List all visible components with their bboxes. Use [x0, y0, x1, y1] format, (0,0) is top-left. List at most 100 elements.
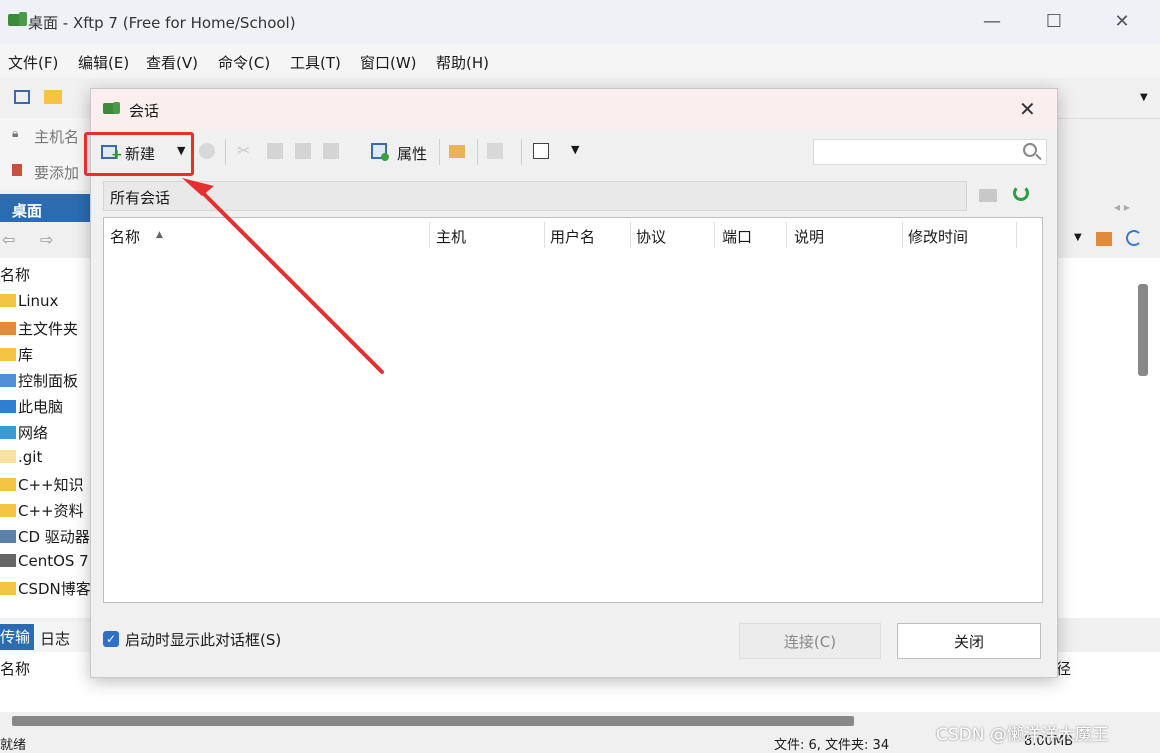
transfer-name-column[interactable]: 名称 — [0, 658, 30, 679]
right-tab-strip: ◂ ▸ — [1056, 194, 1160, 222]
xftp-app-icon — [8, 12, 27, 26]
menu-file[interactable]: 文件(F) — [8, 52, 58, 73]
column-divider[interactable] — [786, 222, 787, 248]
view-mode-icon[interactable] — [533, 143, 549, 159]
export-icon[interactable] — [487, 143, 503, 159]
menu-edit[interactable]: 编辑(E) — [78, 52, 129, 73]
transfer-list — [0, 682, 1160, 712]
list-item[interactable]: CentOS 7 — [0, 552, 89, 578]
paste-icon[interactable] — [295, 143, 311, 159]
menu-tools[interactable]: 工具(T) — [290, 52, 341, 73]
forward-arrow-icon[interactable]: ⇨ — [40, 230, 53, 249]
column-divider[interactable] — [544, 222, 545, 248]
dialog-titlebar: 会话 ✕ — [91, 89, 1057, 129]
minimize-button[interactable]: — — [972, 10, 1012, 34]
session-list-header: 名称 ▲ 主机 用户名 协议 端口 说明 修改时间 — [104, 218, 1042, 250]
column-protocol[interactable]: 协议 — [636, 226, 666, 247]
list-item[interactable]: CSDN博客 — [0, 578, 91, 604]
new-folder-icon[interactable] — [979, 189, 997, 202]
cut-icon[interactable]: ✂ — [237, 141, 253, 160]
toolbar-divider — [477, 139, 478, 165]
home-folder-icon[interactable] — [1096, 232, 1112, 246]
right-nav-bar: ▼ — [1056, 222, 1160, 258]
menu-help[interactable]: 帮助(H) — [436, 52, 489, 73]
find-icon[interactable] — [199, 143, 215, 159]
list-item[interactable]: 库 — [0, 344, 33, 370]
network-icon — [0, 426, 16, 439]
window-close-button[interactable]: ✕ — [1102, 10, 1142, 34]
xftp-app-icon — [103, 102, 120, 114]
column-username[interactable]: 用户名 — [550, 226, 595, 247]
session-path-bar[interactable]: 所有会话 — [103, 181, 967, 211]
column-port[interactable]: 端口 — [722, 226, 752, 247]
column-host[interactable]: 主机 — [436, 226, 466, 247]
computer-icon — [0, 400, 16, 413]
folder-icon — [0, 504, 16, 517]
menu-command[interactable]: 命令(C) — [218, 52, 270, 73]
host-address-bar[interactable]: 🔒︎ 主机名 — [0, 118, 90, 152]
list-item[interactable]: Linux — [0, 292, 58, 318]
list-item[interactable]: 控制面板 — [0, 370, 78, 396]
menu-view[interactable]: 查看(V) — [146, 52, 198, 73]
toolbar-overflow-icon[interactable]: ▼ — [1140, 92, 1148, 103]
refresh-icon[interactable] — [1013, 185, 1029, 201]
dialog-close-button[interactable]: ✕ — [1019, 97, 1036, 121]
window-title: 桌面 - Xftp 7 (Free for Home/School) — [28, 14, 296, 32]
connect-button[interactable]: 连接(C) — [739, 623, 881, 659]
column-divider[interactable] — [429, 222, 430, 248]
menu-bar: 文件(F) 编辑(E) 查看(V) 命令(C) 工具(T) 窗口(W) 帮助(H… — [0, 44, 1160, 78]
refresh-icon[interactable] — [1126, 230, 1142, 246]
back-arrow-icon[interactable]: ⇦ — [2, 230, 15, 249]
list-item[interactable]: .git — [0, 448, 42, 474]
open-folder-icon[interactable] — [44, 90, 62, 104]
folder-icon — [0, 348, 16, 361]
delete-icon[interactable] — [323, 143, 339, 159]
file-list-header[interactable]: 名称 — [0, 264, 30, 290]
tab-log[interactable]: 日志 — [40, 628, 70, 649]
toolbar-divider — [521, 139, 522, 165]
search-icon[interactable] — [1023, 143, 1037, 157]
dialog-title: 会话 — [129, 102, 160, 120]
column-divider[interactable] — [630, 222, 631, 248]
add-session-bar[interactable]: 要添加 — [0, 152, 90, 190]
maximize-button[interactable]: ☐ — [1034, 10, 1074, 34]
folder-icon — [0, 450, 16, 463]
properties-label[interactable]: 属性 — [397, 143, 427, 164]
folder-icon[interactable] — [449, 145, 465, 158]
list-item[interactable]: CD 驱动器 — [0, 526, 90, 552]
close-button[interactable]: 关闭 — [897, 623, 1041, 659]
vertical-scrollbar[interactable] — [1138, 284, 1148, 376]
column-modified-time[interactable]: 修改时间 — [908, 226, 968, 247]
session-search-input[interactable] — [813, 139, 1047, 165]
tab-scroll-arrows-icon[interactable]: ◂ ▸ — [1114, 200, 1130, 214]
column-divider[interactable] — [902, 222, 903, 248]
tab-transfer[interactable]: 传输 — [0, 624, 34, 650]
column-description[interactable]: 说明 — [794, 226, 824, 247]
list-item[interactable]: C++资料 — [0, 500, 84, 526]
list-item[interactable]: C++知识 — [0, 474, 84, 500]
shortcut-icon — [0, 554, 16, 567]
tab-desktop-label: 桌面 — [12, 202, 43, 220]
horizontal-scrollbar[interactable] — [12, 716, 854, 726]
bookmark-icon — [12, 164, 22, 176]
status-text: 就绪 — [0, 738, 27, 753]
menu-window[interactable]: 窗口(W) — [360, 52, 417, 73]
column-name[interactable]: 名称 — [110, 226, 140, 247]
add-session-label: 要添加 — [34, 164, 80, 182]
list-item[interactable]: 主文件夹 — [0, 318, 78, 344]
view-dropdown-arrow-icon[interactable]: ▼ — [571, 143, 579, 156]
dropdown-arrow-icon[interactable]: ▼ — [1074, 232, 1082, 243]
bottom-tabs: 传输 日志 — [0, 622, 90, 652]
startup-checkbox-label[interactable]: 启动时显示此对话框(S) — [125, 629, 281, 650]
startup-checkbox[interactable]: ✓ — [103, 631, 119, 647]
list-item[interactable]: 此电脑 — [0, 396, 63, 422]
copy-icon[interactable] — [267, 143, 283, 159]
column-divider[interactable] — [1016, 222, 1017, 248]
folder-icon — [0, 582, 16, 595]
column-divider[interactable] — [714, 222, 715, 248]
sort-ascending-icon: ▲ — [156, 230, 163, 240]
new-session-icon[interactable] — [14, 90, 30, 104]
transfer-path-column[interactable]: 径 — [1056, 658, 1071, 679]
tab-desktop[interactable]: 桌面 — [0, 194, 90, 222]
list-item[interactable]: 网络 — [0, 422, 48, 448]
